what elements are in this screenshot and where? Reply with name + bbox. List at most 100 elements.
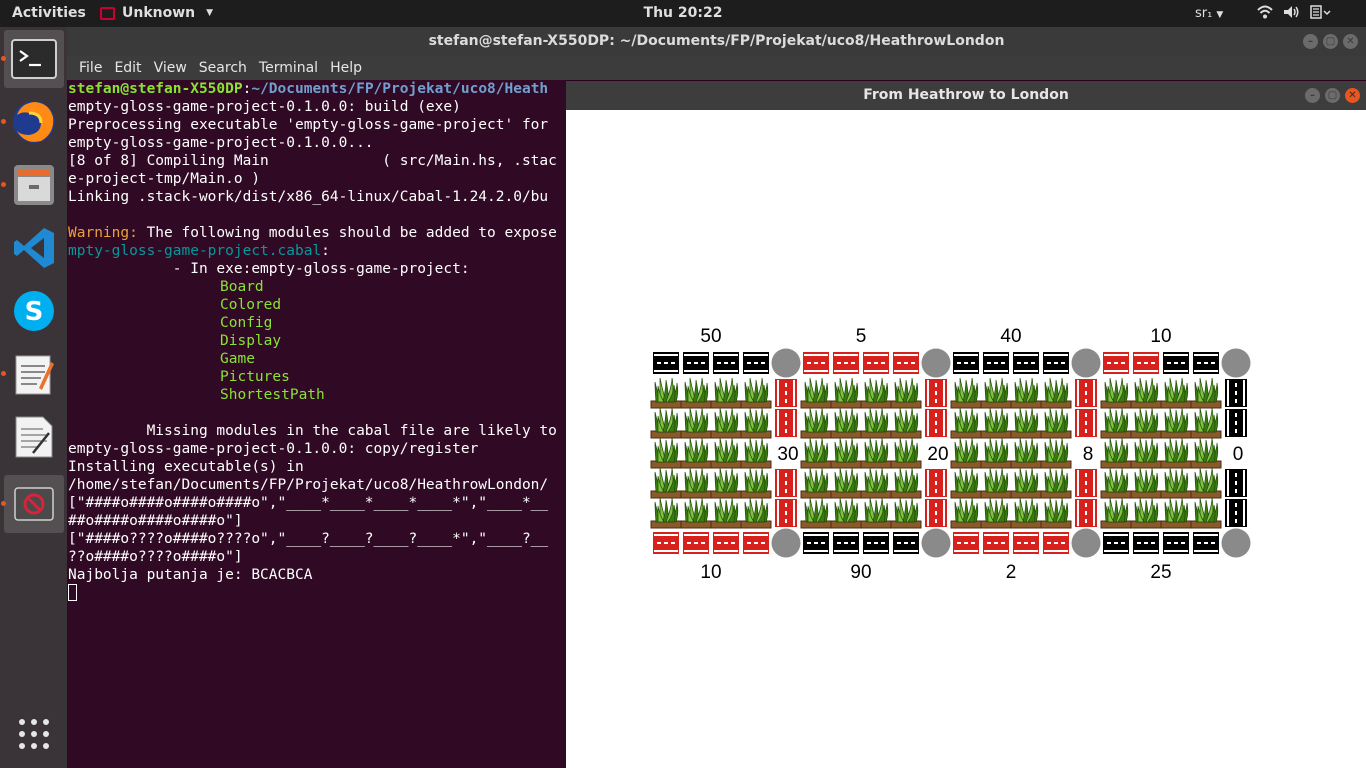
running-indicator: [1, 371, 6, 376]
warning-text: The following modules should be added to…: [137, 225, 557, 241]
road-cost-label: 90: [850, 562, 871, 583]
close-button[interactable]: ✕: [1345, 88, 1360, 103]
grass-tile: [1040, 437, 1072, 469]
terminal-titlebar[interactable]: stefan@stefan-X550DP: ~/Documents/FP/Pro…: [67, 27, 1366, 56]
running-indicator: [1, 56, 6, 61]
app-menu-label: Unknown: [122, 5, 196, 21]
output-line: Preprocessing executable 'empty-gloss-ga…: [68, 117, 549, 133]
menu-edit[interactable]: Edit: [108, 60, 147, 76]
output-line: /home/stefan/Documents/FP/Projekat/uco8/…: [68, 477, 549, 493]
grass-tile: [710, 467, 742, 499]
minimize-button[interactable]: –: [1303, 34, 1318, 49]
road-cost-label: 10: [1150, 326, 1171, 347]
grass-tile: [1130, 497, 1162, 529]
grass-tile: [1010, 437, 1042, 469]
grass-tile: [980, 437, 1012, 469]
menu-view[interactable]: View: [148, 60, 193, 76]
text-cursor: [68, 584, 77, 601]
dock-unknown-app[interactable]: [1, 475, 64, 533]
road-tile-red: [1013, 532, 1039, 554]
output-line: [8 of 8] Compiling Main ( src/Main.hs, .…: [68, 153, 557, 169]
result-line: Najbolja putanja je: BCACBCA: [68, 567, 313, 583]
grass-tile: [650, 437, 682, 469]
maximize-button[interactable]: ▢: [1325, 88, 1340, 103]
cabal-file-name: mpty-gloss-game-project.cabal: [68, 243, 322, 259]
maximize-button[interactable]: ▢: [1323, 34, 1338, 49]
gloss-titlebar[interactable]: From Heathrow to London – ▢ ✕: [566, 81, 1366, 110]
road-tile-red: [925, 469, 947, 497]
grass-tile: [740, 377, 772, 409]
road-tile-red: [653, 532, 679, 554]
power-menu-icon: [1310, 5, 1331, 19]
dock-skype[interactable]: S: [4, 282, 64, 340]
road-tile-red: [775, 409, 797, 437]
grass-tile: [650, 467, 682, 499]
warning-line: Warning: The following modules should be…: [68, 224, 566, 242]
grass-tile: [860, 437, 892, 469]
terminal-output[interactable]: stefan@stefan-X550DP: ~/Documents/FP/Proj…: [67, 80, 566, 768]
road-tile-black: [983, 352, 1009, 374]
grass-tile: [980, 377, 1012, 409]
road-tile-black: [713, 352, 739, 374]
road-tile-red: [833, 352, 859, 374]
road-tile-red: [1075, 409, 1097, 437]
game-board[interactable]: 50 10 30 5 90 20 40 2 8 10 25 0: [566, 110, 1366, 768]
grass-tile: [800, 407, 832, 439]
grass-tile: [890, 497, 922, 529]
road-cost-label: 20: [927, 444, 948, 465]
grass-tile: [1100, 467, 1132, 499]
road-tile-red: [925, 409, 947, 437]
road-cost-label: 10: [700, 562, 721, 583]
grass-tile: [830, 497, 862, 529]
dock-firefox[interactable]: [1, 93, 64, 151]
minimize-button[interactable]: –: [1305, 88, 1320, 103]
grass-tile: [740, 407, 772, 439]
grass-tile: [710, 437, 742, 469]
close-button[interactable]: ✕: [1343, 34, 1358, 49]
grass-tile: [650, 407, 682, 439]
dock-text-editor[interactable]: [1, 345, 64, 403]
grass-tile: [1040, 377, 1072, 409]
road-tile-black: [1133, 532, 1159, 554]
prompt-path: ~/Documents/FP/Projekat/uco8/Heath: [251, 81, 549, 97]
grass-tile: [800, 437, 832, 469]
road-tile-black: [1043, 352, 1069, 374]
road-cost-label: 8: [1083, 444, 1094, 465]
firefox-icon: [13, 101, 55, 143]
road-tile-red: [683, 532, 709, 554]
grass-tile: [950, 497, 982, 529]
terminal-icon: [11, 39, 57, 79]
road-tile-black: [1225, 379, 1247, 407]
clock[interactable]: Thu 20:22: [644, 5, 723, 21]
road-tile-black: [1163, 532, 1189, 554]
dock-terminal[interactable]: [1, 30, 64, 88]
grass-tile: [860, 467, 892, 499]
road-tile-red: [775, 379, 797, 407]
activities-button[interactable]: Activities: [12, 5, 86, 21]
keyboard-layout-indicator[interactable]: sr₁ ▼: [1195, 6, 1223, 21]
board-output-line: ["####o????o####o????o","____?____?____?…: [68, 531, 549, 547]
gloss-window[interactable]: From Heathrow to London – ▢ ✕ 50 10 30 5 90 2…: [566, 81, 1366, 768]
grass-tile: [950, 377, 982, 409]
dock-files[interactable]: [1, 156, 64, 214]
module-name: Config: [220, 315, 273, 331]
grass-tile: [980, 407, 1012, 439]
module-name: Board: [220, 279, 264, 295]
dock-writer[interactable]: [4, 408, 64, 466]
grass-tile: [710, 407, 742, 439]
road-tile-black: [1193, 532, 1219, 554]
system-tray[interactable]: [1257, 3, 1331, 21]
volume-icon: [1284, 6, 1299, 18]
menu-search[interactable]: Search: [193, 60, 253, 76]
dock-vscode[interactable]: [4, 219, 64, 277]
app-menu[interactable]: Unknown ▼: [100, 5, 213, 21]
menu-file[interactable]: File: [73, 60, 108, 76]
show-applications-button[interactable]: [4, 705, 64, 763]
road-tile-black: [1163, 352, 1189, 374]
menu-terminal[interactable]: Terminal: [253, 60, 324, 76]
svg-text:S: S: [25, 297, 44, 327]
road-tile-black: [1225, 469, 1247, 497]
menu-help[interactable]: Help: [324, 60, 368, 76]
junction-node: [1071, 348, 1101, 378]
running-indicator: [1, 119, 6, 124]
